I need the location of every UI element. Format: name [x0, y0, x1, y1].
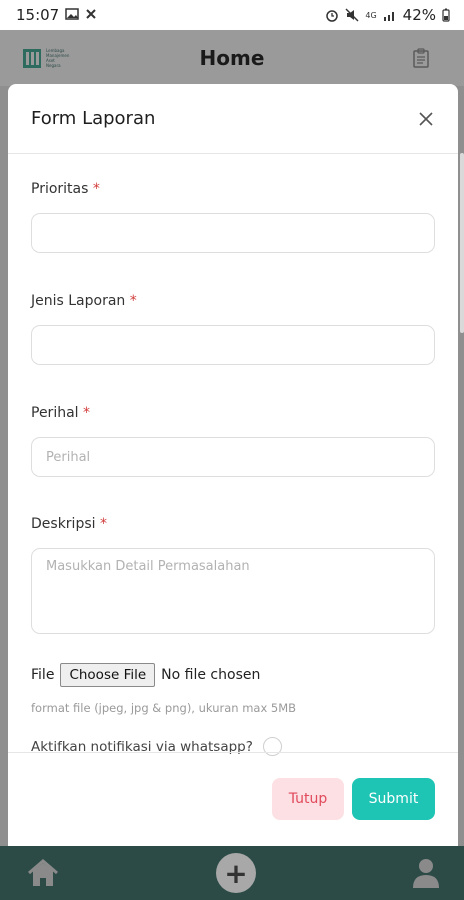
deskripsi-label: Deskripsi [31, 516, 96, 532]
plus-icon[interactable]: + [216, 853, 256, 893]
bottom-nav: + [0, 846, 464, 900]
field-perihal: Perihal * [31, 403, 435, 477]
file-label: File [31, 667, 55, 683]
submit-button[interactable]: Submit [352, 778, 435, 820]
home-icon[interactable] [26, 858, 60, 888]
modal-body: Prioritas * Jenis Laporan * Perihal * De… [8, 154, 458, 756]
field-prioritas: Prioritas * [31, 179, 435, 253]
app-header: Lembaga Manajemen Aset Negara Home [0, 30, 464, 86]
tools-icon [85, 6, 97, 24]
field-deskripsi: Deskripsi * [31, 514, 435, 638]
status-bar: 15:07 4G 42% [0, 0, 464, 30]
required-marker: * [92, 181, 100, 197]
field-jenis-laporan: Jenis Laporan * [31, 291, 435, 365]
field-label: Perihal * [31, 403, 435, 423]
alarm-icon [325, 8, 339, 22]
field-label: Prioritas * [31, 179, 435, 199]
battery-percent: 42% [402, 6, 436, 24]
file-hint: format file (jpeg, jpg & png), ukuran ma… [31, 701, 297, 715]
logo-text-line: Negara [46, 63, 61, 68]
clipboard-icon[interactable] [412, 48, 430, 72]
modal-title: Form Laporan [31, 108, 156, 129]
modal-header: Form Laporan [8, 84, 458, 154]
mute-icon [345, 8, 359, 22]
scrollbar[interactable] [460, 153, 464, 333]
field-label: Deskripsi * [31, 514, 435, 534]
modal-footer: Tutup Submit [8, 752, 458, 846]
status-time: 15:07 [16, 6, 60, 24]
gallery-icon [65, 6, 79, 24]
file-upload-row: File Choose File No file chosen [31, 663, 435, 687]
prioritas-label: Prioritas [31, 181, 89, 197]
required-marker: * [83, 405, 90, 421]
jenis-laporan-label: Jenis Laporan [31, 293, 126, 309]
required-marker: * [99, 516, 107, 532]
building-logo-icon[interactable]: Lembaga Manajemen Aset Negara [22, 44, 78, 72]
required-marker: * [129, 293, 137, 309]
perihal-label: Perihal [31, 405, 79, 421]
tutup-button[interactable]: Tutup [272, 778, 344, 820]
report-form-modal: Form Laporan Prioritas * Jenis Laporan *… [8, 84, 458, 846]
network-type: 4G [365, 10, 377, 20]
battery-icon [442, 8, 450, 22]
field-label: Jenis Laporan * [31, 291, 435, 311]
file-status: No file chosen [161, 667, 261, 683]
signal-icon [383, 9, 397, 21]
choose-file-button[interactable]: Choose File [60, 663, 156, 687]
user-icon[interactable] [412, 858, 440, 888]
jenis-laporan-input[interactable] [31, 325, 435, 365]
prioritas-input[interactable] [31, 213, 435, 253]
close-icon[interactable] [416, 109, 436, 129]
perihal-input[interactable] [31, 437, 435, 477]
page-title: Home [199, 46, 265, 70]
deskripsi-textarea[interactable] [31, 548, 435, 634]
